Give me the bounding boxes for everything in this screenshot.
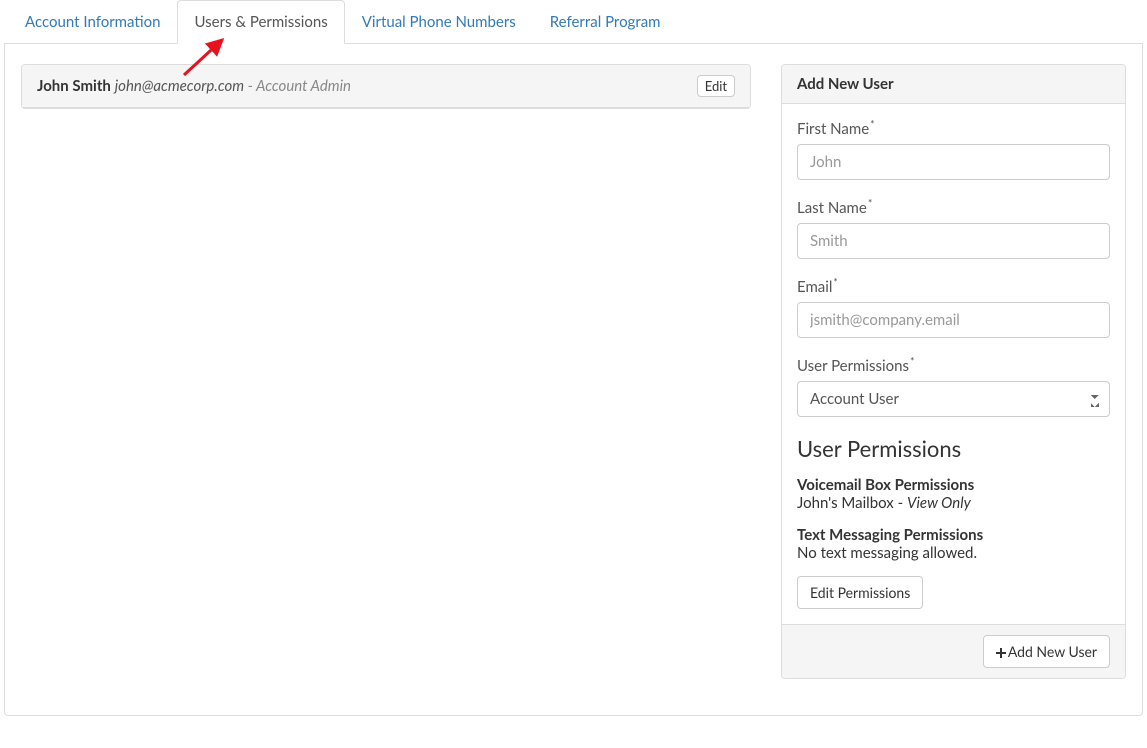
edit-permissions-button[interactable]: Edit Permissions xyxy=(797,576,923,609)
tab-content: John Smith john@acmecorp.com - Account A… xyxy=(4,44,1143,716)
plus-icon xyxy=(996,648,1006,658)
user-permissions-select-label: User Permissions xyxy=(797,356,1110,375)
tab-account-information[interactable]: Account Information xyxy=(8,0,177,44)
voicemail-permissions-block: Voicemail Box Permissions John's Mailbox… xyxy=(797,476,1110,512)
tab-label: Users & Permissions xyxy=(194,13,327,31)
user-email: john@acmecorp.com xyxy=(115,77,244,95)
user-role-separator: - xyxy=(244,77,256,95)
tab-label: Account Information xyxy=(25,13,160,31)
voicemail-mailbox-name: John's Mailbox xyxy=(797,494,894,512)
texting-permissions-title: Text Messaging Permissions xyxy=(797,526,1110,544)
users-list-column: John Smith john@acmecorp.com - Account A… xyxy=(21,64,751,109)
last-name-input[interactable] xyxy=(797,223,1110,259)
tab-label: Referral Program xyxy=(550,13,661,31)
edit-permissions-label: Edit Permissions xyxy=(810,584,910,601)
tab-referral-program[interactable]: Referral Program xyxy=(533,0,678,44)
tab-virtual-phone-numbers[interactable]: Virtual Phone Numbers xyxy=(345,0,533,44)
first-name-input[interactable] xyxy=(797,144,1110,180)
user-permissions-select[interactable]: Account User xyxy=(797,381,1110,417)
user-name: John Smith xyxy=(37,77,111,95)
edit-user-button[interactable]: Edit xyxy=(697,75,735,97)
email-input[interactable] xyxy=(797,302,1110,338)
add-user-panel: Add New User First Name Last Name Emai xyxy=(781,64,1126,679)
voicemail-permissions-title: Voicemail Box Permissions xyxy=(797,476,1110,494)
user-permissions-heading: User Permissions xyxy=(797,435,1110,462)
user-role: Account Admin xyxy=(256,77,351,95)
user-row: John Smith john@acmecorp.com - Account A… xyxy=(21,64,751,109)
first-name-label: First Name xyxy=(797,119,1110,138)
edit-button-label: Edit xyxy=(705,78,727,94)
texting-permissions-block: Text Messaging Permissions No text messa… xyxy=(797,526,1110,562)
add-new-user-label: Add New User xyxy=(1008,643,1097,660)
email-label: Email xyxy=(797,277,1110,296)
texting-permissions-detail: No text messaging allowed. xyxy=(797,544,1110,562)
last-name-label: Last Name xyxy=(797,198,1110,217)
add-user-column: Add New User First Name Last Name Emai xyxy=(781,64,1126,699)
add-new-user-button[interactable]: Add New User xyxy=(983,635,1110,668)
tab-label: Virtual Phone Numbers xyxy=(362,13,516,31)
voicemail-separator: - xyxy=(894,494,907,512)
tab-users-permissions[interactable]: Users & Permissions xyxy=(177,0,344,44)
panel-title: Add New User xyxy=(797,75,894,93)
voicemail-mode: View Only xyxy=(907,494,971,512)
main-tabs: Account Information Users & Permissions … xyxy=(4,0,1143,44)
